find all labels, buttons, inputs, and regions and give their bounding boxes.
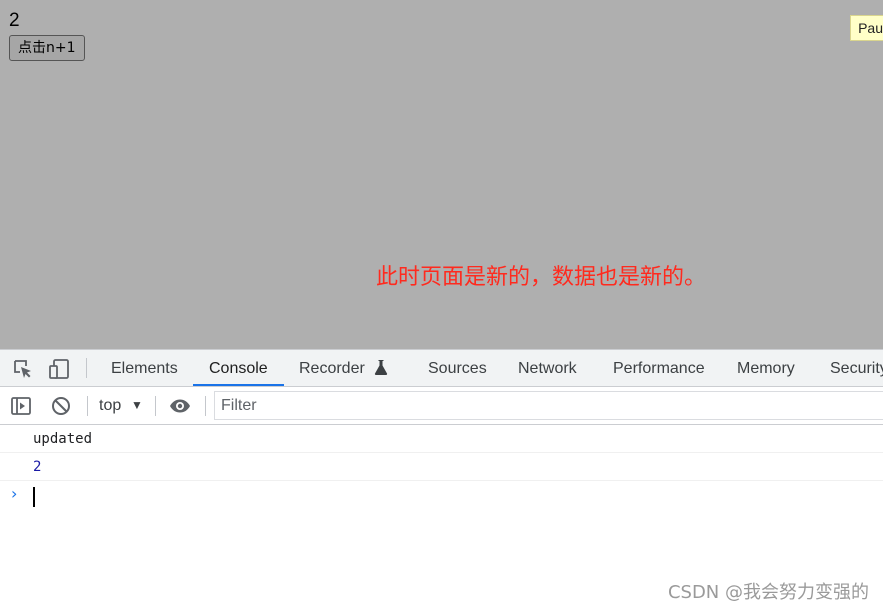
devtools-tabbar: Elements Console Recorder Sources Networ… [0,349,883,387]
filter-input[interactable] [214,391,883,420]
annotation-text: 此时页面是新的，数据也是新的。 [376,265,707,290]
increment-button[interactable]: 点击n+1 [9,35,85,61]
chevron-down-icon[interactable]: ▼ [131,397,143,413]
tab-network[interactable]: Network [518,350,577,386]
tab-recorder-label: Recorder [299,360,365,377]
flask-icon [374,352,388,386]
tab-security[interactable]: Security [830,350,883,386]
tab-performance[interactable]: Performance [613,350,705,386]
tabbar-divider [86,358,87,378]
device-toolbar-icon[interactable] [48,358,70,380]
text-caret [33,487,35,507]
eye-icon[interactable] [169,395,191,417]
counter-value: 2 [9,10,20,31]
page-viewport: 2 点击n+1 Pau 此时页面是新的，数据也是新的。 [0,0,883,349]
toolbar-divider [87,396,88,416]
context-selector[interactable]: top [99,387,121,424]
tab-elements[interactable]: Elements [111,350,178,386]
tab-console[interactable]: Console [193,350,284,386]
console-message: updated [0,425,883,453]
tab-memory[interactable]: Memory [737,350,795,386]
toolbar-divider [205,396,206,416]
tab-recorder[interactable]: Recorder [299,350,388,386]
chevron-right-icon: › [11,484,18,503]
toolbar-divider [155,396,156,416]
watermark: CSDN @我会努力变强的 [667,582,869,603]
clear-console-icon[interactable] [50,395,72,417]
sidebar-toggle-icon[interactable] [10,395,32,417]
inspect-element-icon[interactable] [12,358,34,380]
console-prompt[interactable]: › [0,481,883,509]
tab-sources[interactable]: Sources [428,350,487,386]
console-message: 2 [0,453,883,481]
paused-in-debugger-badge[interactable]: Pau [850,15,883,41]
console-toolbar: top ▼ [0,387,883,425]
